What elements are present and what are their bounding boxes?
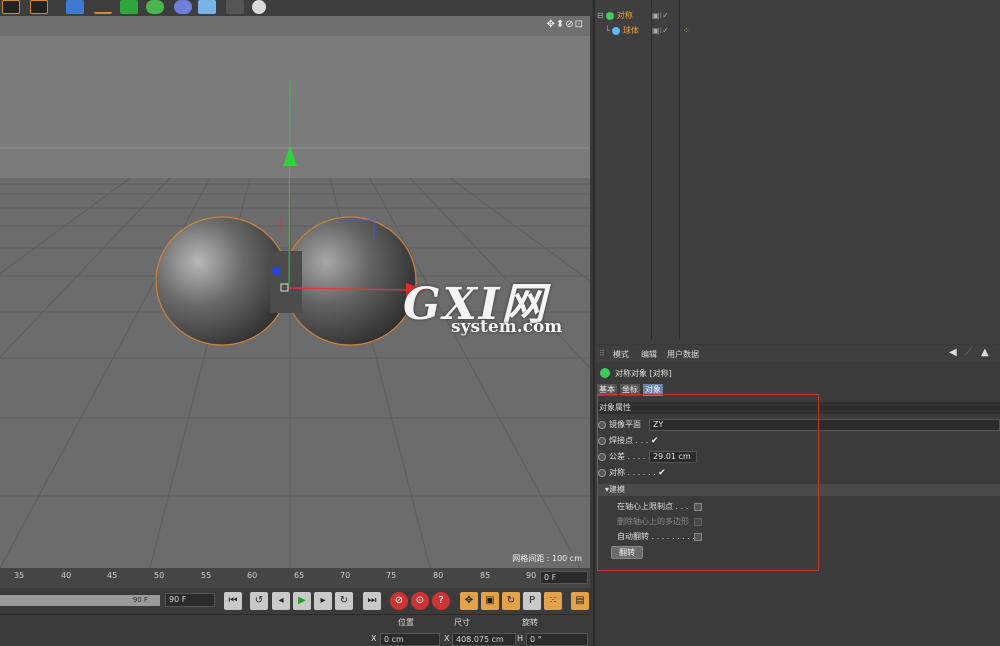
object-manager: ⊟ 对称 ▣⁝✓ └ 球体 ▣⁝✓ ⁘: [593, 0, 1000, 344]
tick-label: 90: [526, 571, 537, 580]
rotation-header: 旋转: [522, 618, 538, 627]
timeline-ruler[interactable]: 35 40 45 50 55 60 65 70 75 80 85 90 0 F: [0, 568, 590, 588]
attribute-menu-bar: ⠿ 模式 编辑 用户数据 ◀ ⟋ ▲: [595, 346, 1000, 362]
record-point-level-icon[interactable]: ⁙: [544, 592, 562, 610]
cube-icon[interactable]: [66, 0, 84, 14]
object-name: 对称: [616, 11, 633, 20]
object-visibility-icon[interactable]: ▣⁝✓: [652, 25, 669, 37]
watermark: GXI网 system.com: [403, 282, 562, 337]
tick-label: 35: [14, 571, 25, 580]
main-toolbar: [0, 0, 592, 16]
menu-user-data[interactable]: 用户数据: [667, 349, 699, 360]
array-icon[interactable]: [146, 0, 164, 14]
tick-label: 40: [61, 571, 72, 580]
render-view-icon[interactable]: [2, 0, 20, 14]
tick-label: 50: [154, 571, 165, 580]
go-to-end-button[interactable]: ⏭: [363, 592, 381, 610]
floor-icon[interactable]: [198, 0, 216, 14]
drag-handle-icon[interactable]: ⠿: [599, 349, 605, 358]
record-scale-icon[interactable]: ▣: [481, 592, 499, 610]
record-rotation-icon[interactable]: ↻: [502, 592, 520, 610]
size-x-axis: X: [444, 634, 450, 643]
sphere-object-icon: [612, 26, 621, 35]
position-x-axis: X: [371, 634, 377, 643]
camera-icon[interactable]: [226, 0, 244, 14]
symmetry-object-icon: [600, 368, 610, 378]
keyframe-selection-button[interactable]: ?: [432, 592, 450, 610]
attribute-title: 对称对象 [对称]: [615, 369, 672, 378]
nurbs-icon[interactable]: [120, 0, 138, 14]
tick-label: 60: [247, 571, 258, 580]
grid-spacing-label: 网格间距 : 100 cm: [512, 554, 582, 563]
tick-label: 55: [201, 571, 212, 580]
preview-range-slider[interactable]: 90 F: [0, 595, 160, 606]
viewport-header: ✥⬍⊘⊡: [0, 16, 590, 36]
current-frame-field[interactable]: 0 F: [540, 571, 588, 584]
tick-label: 65: [294, 571, 305, 580]
play-button[interactable]: ▶: [293, 592, 311, 610]
end-frame-field[interactable]: 90 F: [165, 593, 215, 607]
position-x-field[interactable]: 0 cm: [380, 633, 440, 646]
light-icon[interactable]: [252, 0, 266, 14]
tick-label: 70: [340, 571, 351, 580]
next-frame-button[interactable]: ▸: [314, 592, 332, 610]
rotation-h-axis: H: [517, 634, 524, 643]
render-picture-icon[interactable]: [30, 0, 48, 14]
object-row-symmetry[interactable]: ⊟ 对称: [597, 10, 633, 22]
size-header: 尺寸: [454, 618, 470, 627]
record-active-button[interactable]: ⊘: [390, 592, 408, 610]
object-name: 球体: [622, 26, 639, 35]
previous-key-button[interactable]: ↺: [250, 592, 268, 610]
deformer-icon[interactable]: [174, 0, 192, 14]
highlight-annotation-box: [597, 394, 819, 571]
autokey-button[interactable]: ⊙: [411, 592, 429, 610]
rotation-h-field[interactable]: 0 °: [526, 633, 588, 646]
tick-label: 75: [386, 571, 397, 580]
viewport-nav-icons[interactable]: ✥⬍⊘⊡: [546, 19, 584, 30]
menu-edit[interactable]: 编辑: [641, 349, 657, 360]
symmetry-object-icon: [606, 11, 615, 20]
up-arrow-icon[interactable]: ▲: [981, 347, 989, 358]
tick-label: 45: [107, 571, 118, 580]
object-row-sphere[interactable]: └ 球体: [605, 25, 639, 37]
record-parameter-icon[interactable]: P: [523, 592, 541, 610]
phong-tag-icon[interactable]: ⁘: [683, 25, 690, 37]
coordinates-manager: 位置 尺寸 旋转 X 0 cm X 408.075 cm H 0 °: [0, 614, 590, 646]
size-x-field[interactable]: 408.075 cm: [452, 633, 516, 646]
timeline-window-icon[interactable]: ▤: [571, 592, 589, 610]
attribute-manager: ⠿ 模式 编辑 用户数据 ◀ ⟋ ▲ 对称对象 [对称] 基本 坐标 对象 对象…: [593, 344, 1000, 646]
position-header: 位置: [398, 618, 414, 627]
tick-label: 85: [480, 571, 491, 580]
tick-label: 80: [433, 571, 444, 580]
record-position-icon[interactable]: ✥: [460, 592, 478, 610]
back-arrow-icon[interactable]: ◀: [949, 347, 957, 358]
spline-icon[interactable]: [94, 0, 112, 14]
next-key-button[interactable]: ↻: [335, 592, 353, 610]
go-to-start-button[interactable]: ⏮: [224, 592, 242, 610]
forward-arrow-icon[interactable]: ⟋: [965, 347, 972, 358]
menu-mode[interactable]: 模式: [613, 349, 629, 360]
object-visibility-icon[interactable]: ▣⁝✓: [652, 10, 669, 22]
transport-bar: 90 F 90 F ⏮ ↺ ◂ ▶ ▸ ↻ ⏭ ⊘ ⊙ ? ✥ ▣ ↻ P ⁙ …: [0, 588, 590, 614]
previous-frame-button[interactable]: ◂: [272, 592, 290, 610]
